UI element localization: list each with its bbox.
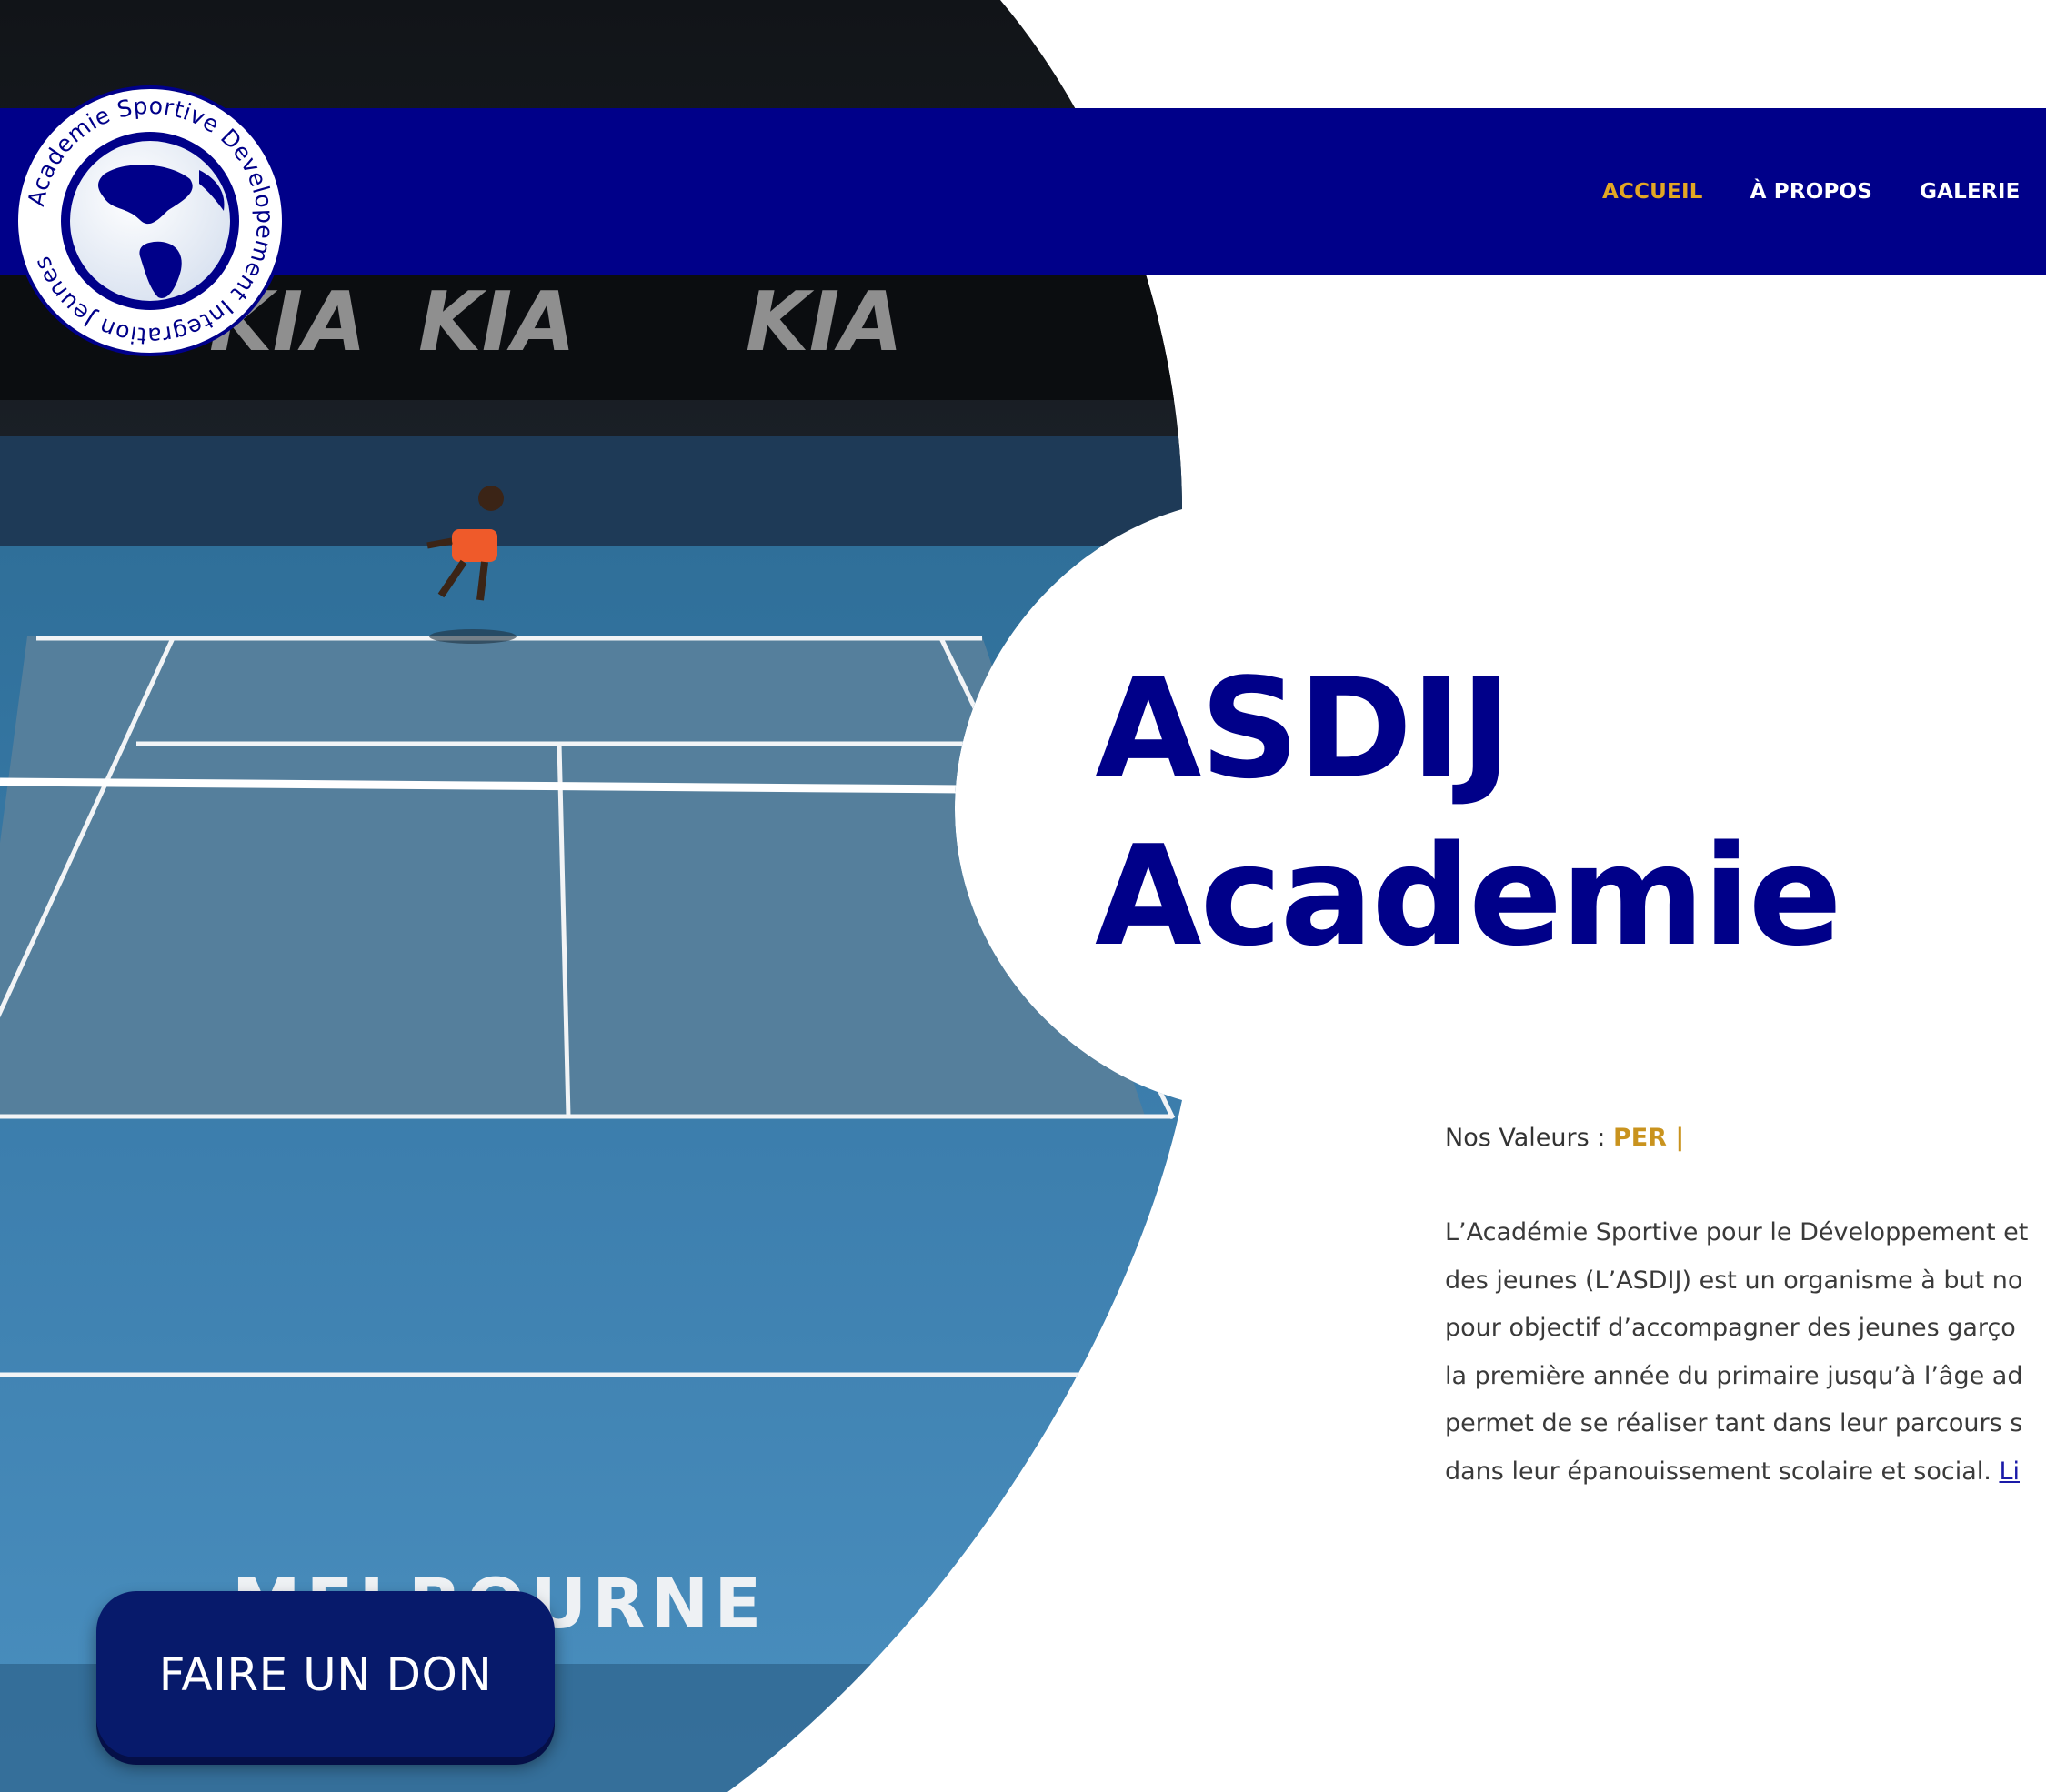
main-nav: ACCUEIL À PROPOS GALERIE (1602, 108, 2021, 275)
hero-title-line-1: ASDIJ (1095, 648, 1511, 809)
values-label: Nos Valeurs : (1445, 1124, 1613, 1152)
read-more-link[interactable]: Li (1999, 1457, 2020, 1486)
intro-line-text: dans leur épanouissement scolaire et soc… (1445, 1457, 2000, 1486)
values-rotating-text: PER | (1612, 1124, 1685, 1152)
court-back-wall (0, 436, 1182, 555)
values-line: Nos Valeurs : PER | (1445, 1124, 1684, 1152)
intro-line: L’Académie Sportive pour le Développemen… (1445, 1218, 2029, 1246)
intro-line: des jeunes (L’ASDIJ) est un organisme à … (1445, 1266, 2023, 1295)
court-inner (0, 636, 1146, 1118)
intro-line: permet de se réaliser tant dans leur par… (1445, 1409, 2023, 1437)
globe-icon: Academie Sportive Developement Integrati… (15, 85, 286, 356)
site-logo[interactable]: Academie Sportive Developement Integrati… (13, 84, 287, 358)
nav-item-galerie[interactable]: GALERIE (1920, 180, 2020, 204)
intro-line: la première année du primaire jusqu’à l’… (1445, 1361, 2023, 1390)
nav-item-accueil[interactable]: ACCUEIL (1602, 180, 1703, 204)
intro-line: pour objectif d’accompagner des jeunes g… (1445, 1314, 2016, 1342)
sponsor-logo-3: KIA (746, 275, 903, 370)
hero-title-line-2: Academie (1095, 816, 1842, 976)
sponsor-logo-2: KIA (418, 275, 576, 370)
donate-button[interactable]: FAIRE UN DON (96, 1591, 555, 1757)
hero-title: ASDIJ Academie (1095, 646, 1842, 980)
nav-item-a-propos[interactable]: À PROPOS (1750, 180, 1873, 204)
intro-paragraph: L’Académie Sportive pour le Développemen… (1445, 1209, 2046, 1496)
intro-line-last: dans leur épanouissement scolaire et soc… (1445, 1448, 2046, 1497)
